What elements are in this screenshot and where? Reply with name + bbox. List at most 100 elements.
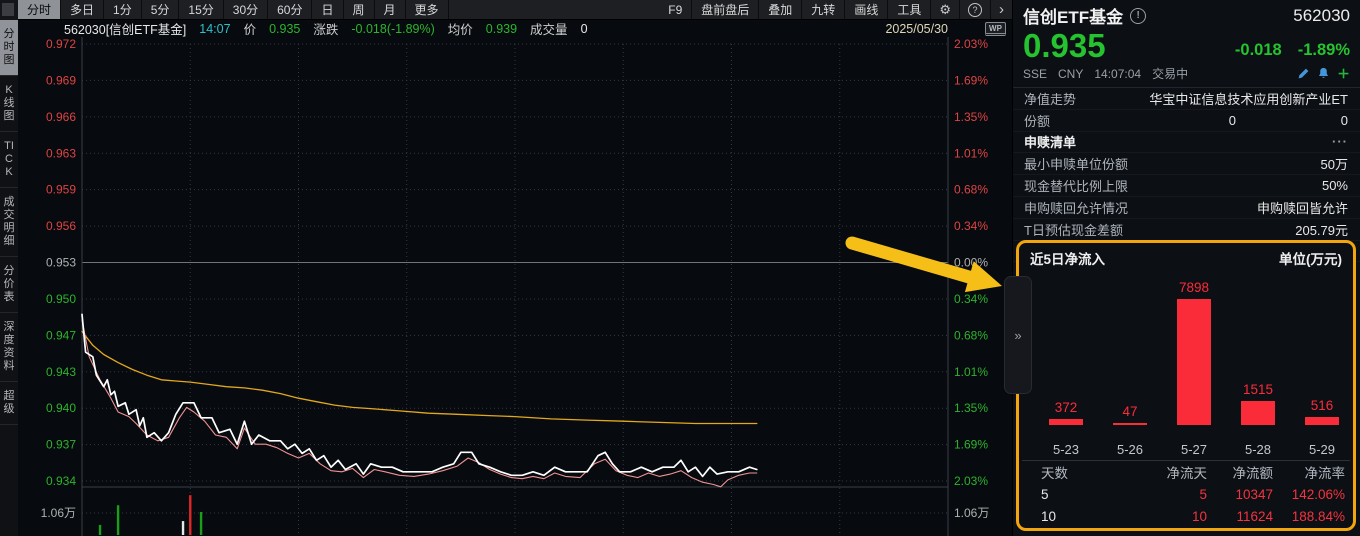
- price-axis-label: 0.950: [46, 292, 76, 306]
- view-sidebar: 分时图K线图TICK成交明细分价表深度资料超级: [0, 20, 18, 536]
- tab-15分[interactable]: 15分: [179, 0, 223, 19]
- price-axis-label: 0.966: [46, 110, 76, 124]
- price-axis-label: 0.943: [46, 365, 76, 379]
- sidebar-item-分时图[interactable]: 分时图: [0, 20, 18, 76]
- volume-bar: [99, 525, 101, 535]
- fund-info-list: 净值走势华宝中证信息技术应用创新产业ET份额00申赎清单···最小申赎单位份额5…: [1013, 88, 1360, 262]
- toolbar-button-F9[interactable]: F9: [659, 0, 692, 19]
- tab-更多[interactable]: 更多: [406, 0, 449, 19]
- tab-周[interactable]: 周: [344, 0, 375, 19]
- app-logo: [2, 3, 14, 16]
- pct-axis-label: 1.35%: [954, 110, 988, 124]
- period-toolbar: 分时多日1分5分15分30分60分日周月更多 F9盘前盘后叠加九转画线工具 ⚙ …: [18, 0, 1012, 20]
- sidebar-item-深度资料[interactable]: 深度资料: [0, 313, 18, 382]
- price-change: -0.018: [1235, 41, 1282, 60]
- net-inflow-table: 天数净流天净流额净流率5510347142.06%101011624188.84…: [1019, 461, 1353, 527]
- toolbar-button-工具[interactable]: 工具: [888, 0, 931, 19]
- info-row-申购赎回允许情况: 申购赎回允许情况申购赎回皆允许: [1013, 197, 1360, 219]
- quote-price-row: 0.935 -0.018 -1.89%: [1013, 28, 1360, 62]
- fund-code: 562030: [1293, 6, 1350, 26]
- pct-axis-label: 1.01%: [954, 365, 988, 379]
- pct-axis-label: 1.69%: [954, 438, 988, 452]
- currency-label: CNY: [1058, 67, 1083, 81]
- pct-axis-label: 1.35%: [954, 401, 988, 415]
- tab-5分[interactable]: 5分: [142, 0, 180, 19]
- inflow-category: 5-26: [1098, 442, 1162, 457]
- window-corner: [0, 0, 18, 20]
- price-axis-label: 0.959: [46, 183, 76, 197]
- net-inflow-bar-chart: 3725-23475-2678985-2715155-285165-29: [1019, 268, 1353, 460]
- sidebar-item-TICK[interactable]: TICK: [0, 132, 18, 188]
- tab-30分[interactable]: 30分: [224, 0, 268, 19]
- series-价格: [82, 314, 757, 476]
- sidebar-item-成交明细[interactable]: 成交明细: [0, 188, 18, 257]
- toolbar-button-九转[interactable]: 九转: [802, 0, 845, 19]
- price-change-pct: -1.89%: [1298, 41, 1350, 60]
- tab-月[interactable]: 月: [375, 0, 406, 19]
- price-axis-label: 0.953: [46, 256, 76, 270]
- inflow-bar-5-23: [1049, 419, 1083, 425]
- inflow-table-header: 天数净流天净流额净流率: [1019, 461, 1353, 483]
- net-inflow-header: 近5日净流入 单位(万元): [1019, 243, 1353, 268]
- price-axis-label: 0.934: [46, 474, 76, 488]
- tab-分时[interactable]: 分时: [18, 0, 61, 19]
- price-axis-label: 0.969: [46, 73, 76, 87]
- net-inflow-unit: 单位(万元): [1279, 248, 1342, 268]
- inflow-value: 516: [1290, 398, 1354, 413]
- sidebar-item-分价表[interactable]: 分价表: [0, 257, 18, 313]
- chart-header-field-8: 成交量: [530, 19, 568, 38]
- inflow-value: 47: [1098, 404, 1162, 419]
- sidebar-item-超级[interactable]: 超级: [0, 382, 18, 425]
- pct-axis-label: 0.34%: [954, 292, 988, 306]
- chart-header-field-3: 0.935: [269, 22, 300, 36]
- chart-header-field-6: 均价: [448, 19, 473, 38]
- info-row-T日预估现金差额: T日预估现金差额205.79元: [1013, 219, 1360, 241]
- toolbar-button-画线[interactable]: 画线: [845, 0, 888, 19]
- tab-日[interactable]: 日: [312, 0, 343, 19]
- fund-name: 信创ETF基金: [1023, 3, 1123, 28]
- toolbar-spacer: [449, 0, 660, 19]
- chart-status-bar: 562030[信创ETF基金]14:07价0.935涨跌-0.018(-1.89…: [18, 20, 1012, 37]
- tab-60分[interactable]: 60分: [268, 0, 312, 19]
- gear-icon[interactable]: ⚙: [931, 0, 960, 19]
- tab-1分[interactable]: 1分: [104, 0, 142, 19]
- trading-status: 交易中: [1152, 65, 1188, 82]
- price-axis-label: 0.956: [46, 219, 76, 233]
- inflow-table-row: 101011624188.84%: [1019, 505, 1353, 527]
- chart-header-field-5: -0.018(-1.89%): [351, 22, 434, 36]
- add-icon[interactable]: [1337, 67, 1350, 80]
- inflow-value: 372: [1034, 400, 1098, 415]
- chevron-right-icon[interactable]: ›: [991, 0, 1012, 19]
- chart-date: 2025/05/30: [885, 22, 948, 36]
- edit-icon[interactable]: [1297, 67, 1310, 80]
- tab-多日[interactable]: 多日: [61, 0, 104, 19]
- info-row-份额: 份额00: [1013, 110, 1360, 132]
- highlight-arrow: [852, 243, 969, 277]
- chart-header-field-4: 涨跌: [313, 19, 338, 38]
- help-icon[interactable]: ?: [960, 0, 991, 19]
- alert-bell-icon[interactable]: [1317, 67, 1330, 80]
- pct-axis-label: 1.01%: [954, 146, 988, 160]
- inflow-category: 5-27: [1162, 442, 1226, 457]
- price-axis-label: 0.937: [46, 438, 76, 452]
- volume-axis-label: 1.06万: [41, 506, 76, 520]
- panel-collapse-handle[interactable]: »: [1004, 276, 1032, 394]
- info-row-申赎清单[interactable]: 申赎清单···: [1013, 132, 1360, 154]
- info-row-净值走势: 净值走势华宝中证信息技术应用创新产业ET: [1013, 88, 1360, 110]
- volume-bar: [117, 505, 119, 535]
- volume-bar: [189, 495, 191, 535]
- intraday-chart: 0.9720.9690.9660.9630.9590.9560.9530.950…: [18, 37, 1012, 536]
- info-icon[interactable]: !: [1130, 8, 1146, 24]
- last-price: 0.935: [1023, 29, 1106, 62]
- toolbar-button-叠加[interactable]: 叠加: [759, 0, 802, 19]
- app-window: 分时多日1分5分15分30分60分日周月更多 F9盘前盘后叠加九转画线工具 ⚙ …: [0, 0, 1360, 536]
- pct-axis-label: 2.03%: [954, 37, 988, 51]
- chart-header-field-2: 价: [244, 19, 257, 38]
- inflow-category: 5-29: [1290, 442, 1354, 457]
- toolbar-button-盘前盘后[interactable]: 盘前盘后: [692, 0, 759, 19]
- price-axis-label: 0.947: [46, 328, 76, 342]
- sidebar-item-K线图[interactable]: K线图: [0, 76, 18, 132]
- price-axis-label: 0.972: [46, 37, 76, 51]
- pct-axis-label: 0.68%: [954, 183, 988, 197]
- info-row-现金替代比例上限: 现金替代比例上限50%: [1013, 175, 1360, 197]
